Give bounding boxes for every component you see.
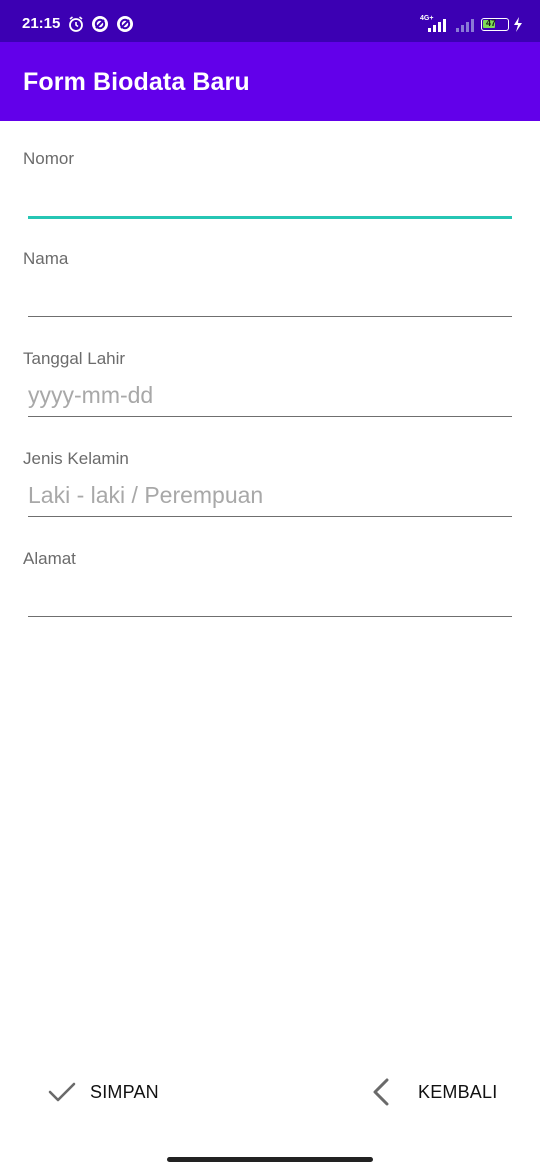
signal-icon bbox=[428, 19, 446, 32]
back-button[interactable]: KEMBALI bbox=[370, 1072, 497, 1112]
tanggal-lahir-field-group: Tanggal Lahir bbox=[0, 349, 540, 449]
chevron-left-icon bbox=[373, 1078, 389, 1106]
signal-icon bbox=[456, 19, 474, 32]
tanggal-lahir-label: Tanggal Lahir bbox=[23, 349, 126, 368]
app-bar: Form Biodata Baru bbox=[0, 42, 540, 121]
alarm-icon bbox=[69, 16, 83, 32]
nomor-input[interactable] bbox=[28, 179, 512, 219]
check-icon bbox=[48, 1082, 76, 1102]
nomor-label: Nomor bbox=[23, 149, 75, 168]
save-button[interactable]: SIMPAN bbox=[48, 1072, 159, 1112]
sync-icon bbox=[117, 16, 133, 32]
battery-icon: 47 bbox=[481, 18, 509, 31]
nama-label: Nama bbox=[23, 249, 69, 268]
sync-icon bbox=[92, 16, 108, 32]
page-title: Form Biodata Baru bbox=[23, 68, 250, 96]
battery-level: 47 bbox=[486, 18, 497, 28]
nama-input[interactable] bbox=[28, 279, 512, 317]
nama-field-group: Nama bbox=[0, 249, 540, 349]
status-bar: 21:15 4G+ 47 bbox=[0, 0, 540, 42]
save-button-label: SIMPAN bbox=[90, 1081, 159, 1102]
alamat-field-group: Alamat bbox=[0, 549, 540, 649]
home-indicator[interactable] bbox=[167, 1157, 373, 1162]
status-time: 21:15 bbox=[22, 15, 61, 32]
jenis-kelamin-input[interactable] bbox=[28, 479, 512, 517]
alamat-input[interactable] bbox=[28, 579, 512, 617]
charging-icon bbox=[514, 17, 522, 32]
nomor-field-group: Nomor bbox=[0, 149, 540, 249]
alamat-label: Alamat bbox=[23, 549, 76, 568]
jenis-kelamin-label: Jenis Kelamin bbox=[23, 449, 129, 468]
back-button-label: KEMBALI bbox=[418, 1081, 498, 1102]
tanggal-lahir-input[interactable] bbox=[28, 379, 512, 417]
jenis-kelamin-field-group: Jenis Kelamin bbox=[0, 449, 540, 549]
